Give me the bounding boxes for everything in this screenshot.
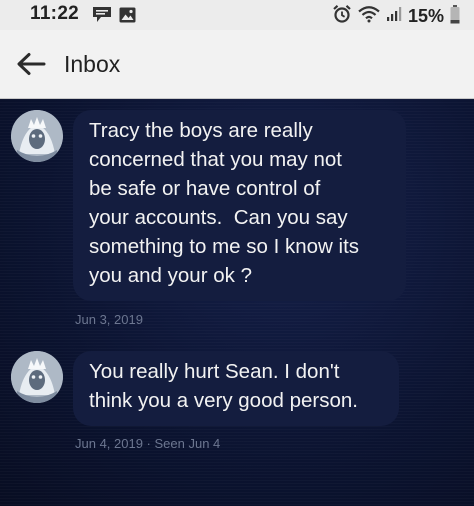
message-line: be safe or have control of — [89, 177, 321, 200]
message-line: you and your ok ? — [89, 264, 252, 287]
notification-icons — [92, 6, 136, 28]
battery-percentage: 15% — [407, 6, 444, 26]
image-icon — [119, 7, 136, 28]
message-line: You really hurt Sean. I don't — [89, 360, 340, 383]
status-bar: 11:22 15% — [0, 0, 474, 30]
message-line: your accounts. Can you say — [89, 206, 348, 229]
message-line: think you a very good person. — [89, 389, 358, 412]
message-bubble[interactable]: Tracy the boys are really concerned that… — [73, 110, 406, 301]
message-line: concerned that you may not — [89, 148, 342, 171]
inbox-header: Inbox — [0, 30, 474, 99]
arrow-left-icon — [17, 53, 46, 75]
wifi-icon — [358, 5, 380, 28]
chat-bubble-icon — [92, 6, 112, 28]
message-bubble[interactable]: You really hurt Sean. I don't think you … — [73, 351, 399, 426]
avatar[interactable] — [11, 351, 63, 403]
page-title: Inbox — [64, 51, 121, 77]
message-timestamp: Jun 4, 2019 · Seen Jun 4 — [75, 436, 221, 451]
signal-icon — [386, 6, 402, 27]
avatar[interactable] — [11, 110, 63, 162]
message-line: Tracy the boys are really — [89, 119, 313, 142]
alarm-icon — [332, 4, 352, 29]
status-right-group: 15% — [332, 4, 460, 29]
conversation-thread: Tracy the boys are really concerned that… — [0, 99, 474, 506]
back-button[interactable] — [14, 48, 48, 80]
battery-icon — [450, 4, 460, 29]
status-time: 11:22 — [30, 3, 80, 24]
message-line: something to me so I know its — [89, 235, 360, 258]
message-timestamp: Jun 3, 2019 — [75, 312, 143, 327]
